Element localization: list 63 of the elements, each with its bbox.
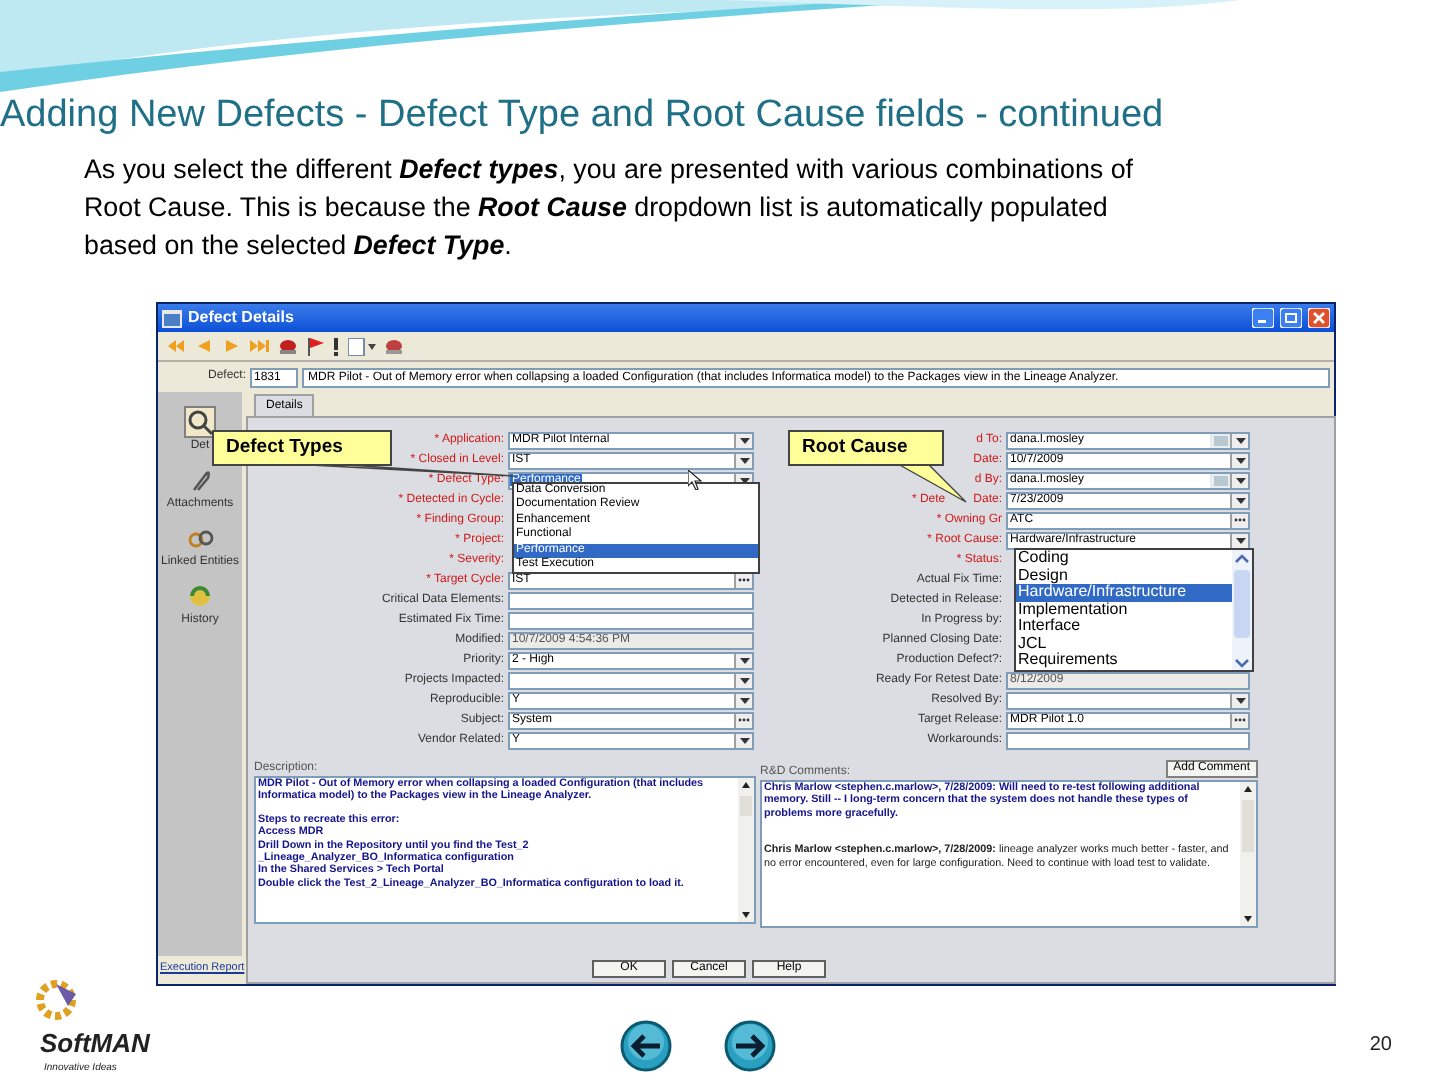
scrollbar-drawing <box>1240 782 1256 926</box>
dropdown-button[interactable] <box>1230 453 1248 467</box>
caret-icon <box>739 737 749 743</box>
caret-icon <box>739 677 749 683</box>
dropdown-button[interactable] <box>1230 533 1248 547</box>
caret-icon <box>1235 437 1245 443</box>
lookup-button[interactable] <box>1230 513 1248 527</box>
caret-icon <box>739 697 749 703</box>
address-book-icon <box>1213 475 1227 485</box>
text-field[interactable] <box>1006 731 1250 749</box>
close-icon <box>1308 308 1330 328</box>
dropdown-button[interactable] <box>1230 433 1248 447</box>
callout: Root Cause <box>788 430 944 466</box>
text-field[interactable] <box>508 591 754 609</box>
caret-icon <box>1235 697 1245 703</box>
window-title: Defect Details <box>188 306 296 330</box>
app-icon <box>162 309 182 327</box>
dropdown-button[interactable] <box>734 433 752 447</box>
magnifier-icon <box>186 408 214 436</box>
dropdown-button[interactable] <box>1230 473 1248 487</box>
text-field[interactable] <box>508 611 754 629</box>
caret-icon <box>739 437 749 443</box>
caret-icon <box>1235 457 1245 463</box>
restore-icon <box>1280 308 1302 328</box>
dropdown-button[interactable] <box>734 693 752 707</box>
flag-icon <box>306 337 324 355</box>
scrollbar-drawing <box>738 778 754 922</box>
logo-name: SoftMAN <box>38 1026 152 1062</box>
last-icon <box>250 338 270 354</box>
previous-icon <box>194 338 214 354</box>
list-option[interactable]: Hardware/Infrastructure <box>1016 584 1232 601</box>
dropdown-field[interactable] <box>1006 691 1250 709</box>
dropdown-button[interactable] <box>734 453 752 467</box>
list-option[interactable]: Interface <box>1016 618 1232 635</box>
list-option[interactable]: Coding <box>1016 550 1232 567</box>
caret-icon <box>1235 497 1245 503</box>
caret-icon <box>1235 537 1245 543</box>
caret-icon <box>739 457 749 463</box>
dropdown-button[interactable] <box>734 673 752 687</box>
list-option[interactable]: Requirements <box>1016 652 1232 669</box>
dropdown-button[interactable] <box>734 733 752 747</box>
dropdown-field[interactable] <box>508 671 754 689</box>
dropdown-button[interactable] <box>734 653 752 667</box>
gear-icon <box>32 974 80 1026</box>
dropdown-button[interactable] <box>1230 493 1248 507</box>
list-option[interactable]: Implementation <box>1016 601 1232 618</box>
caret-icon <box>1235 477 1245 483</box>
dropdown-button[interactable] <box>1230 693 1248 707</box>
scrollbar-drawing <box>1232 550 1252 670</box>
first-icon <box>166 338 186 354</box>
slide-paragraph: As you select the different Defect types, you are presented with various combinations of Root Cause. This is because the Root Cause dropdown list is automatically populated based on the selected Defect Type. <box>84 152 1136 264</box>
lookup-button[interactable] <box>1230 713 1248 727</box>
address-book-icon <box>1213 435 1227 445</box>
list-option[interactable]: Design <box>1016 567 1232 584</box>
exclamation-icon <box>332 337 340 355</box>
list-option[interactable]: JCL <box>1016 635 1232 652</box>
next-icon <box>222 338 242 354</box>
page-number: 20 <box>1369 1031 1392 1059</box>
caret-icon <box>739 657 749 663</box>
slide-title: Adding New Defects - Defect Type and Root Cause fields - continued <box>0 92 1166 140</box>
document-menu-icon <box>348 337 376 355</box>
minimize-icon <box>1252 308 1274 328</box>
lookup-button[interactable] <box>734 713 752 727</box>
